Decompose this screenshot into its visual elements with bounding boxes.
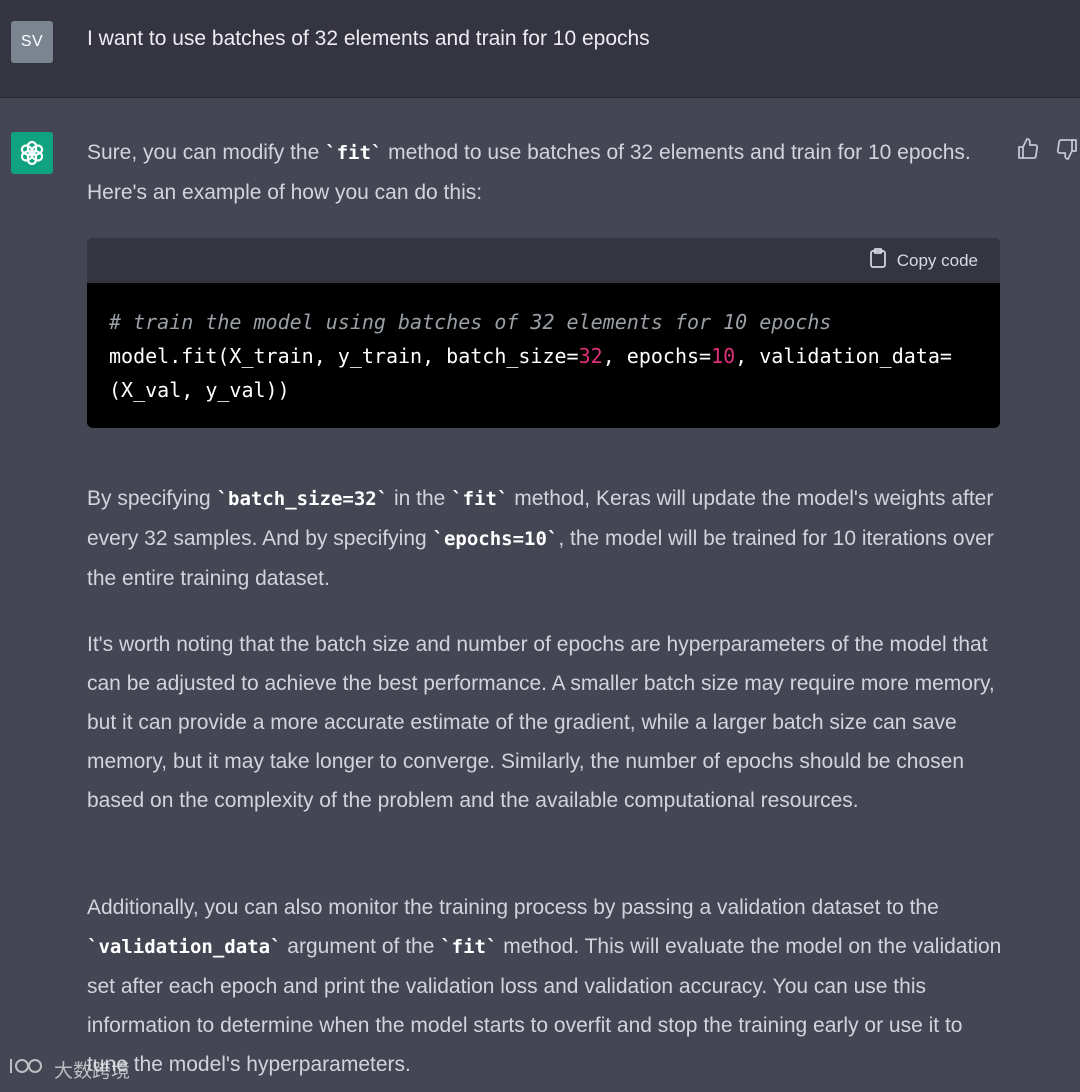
code-block-header: Copy code	[87, 238, 1000, 283]
watermark-logo-icon	[8, 1055, 48, 1083]
inline-code: `fit`	[325, 142, 383, 164]
response-paragraph-explanation: By specifying `batch_size=32` in the `fi…	[87, 479, 1002, 598]
openai-logo-icon	[11, 132, 53, 174]
chat-page: SV I want to use batches of 32 elements …	[0, 0, 1080, 1092]
thumbs-up-icon[interactable]	[1015, 136, 1041, 162]
copy-code-label: Copy code	[896, 250, 978, 270]
user-avatar: SV	[11, 21, 53, 63]
paragraph-text: in the	[388, 487, 452, 510]
paragraph-text: Additionally, you can also monitor the t…	[87, 896, 939, 919]
code-text: , epochs=	[602, 344, 712, 368]
code-comment: # train the model using batches of 32 el…	[109, 310, 832, 334]
paragraph-text: By specifying	[87, 487, 217, 510]
watermark: 大数跨境	[8, 1055, 130, 1083]
inline-code: `validation_data`	[87, 936, 282, 958]
paragraph-text: Sure, you can modify the	[87, 141, 326, 164]
code-number: 10	[711, 344, 736, 368]
response-paragraph-intro: Sure, you can modify the `fit` method to…	[87, 133, 1002, 212]
code-number: 32	[578, 344, 603, 368]
paragraph-text: argument of the	[281, 935, 441, 958]
inline-code: `fit`	[451, 488, 509, 510]
copy-code-button[interactable]: Copy code	[869, 248, 978, 273]
user-message-row: SV I want to use batches of 32 elements …	[0, 0, 1080, 98]
inline-code: `epochs=10`	[432, 528, 559, 550]
clipboard-icon	[869, 248, 887, 273]
code-text: model.fit(X_train, y_train, batch_size=	[109, 344, 579, 368]
code-content: # train the model using batches of 32 el…	[87, 283, 1000, 407]
code-text: , validation_data=	[735, 344, 952, 368]
response-paragraph-validation: Additionally, you can also monitor the t…	[87, 888, 1002, 1084]
user-message-text: I want to use batches of 32 elements and…	[87, 27, 650, 50]
watermark-text: 大数跨境	[54, 1060, 131, 1082]
assistant-message-row: Sure, you can modify the `fit` method to…	[0, 98, 1080, 1092]
response-paragraph-hyperparameters: It's worth noting that the batch size an…	[87, 633, 995, 812]
inline-code: `batch_size=32`	[216, 488, 389, 510]
thumbs-down-icon[interactable]	[1054, 136, 1080, 162]
code-block: Copy code # train the model using batche…	[87, 238, 1000, 428]
inline-code: `fit`	[440, 936, 498, 958]
code-text: (X_val, y_val))	[109, 378, 290, 402]
